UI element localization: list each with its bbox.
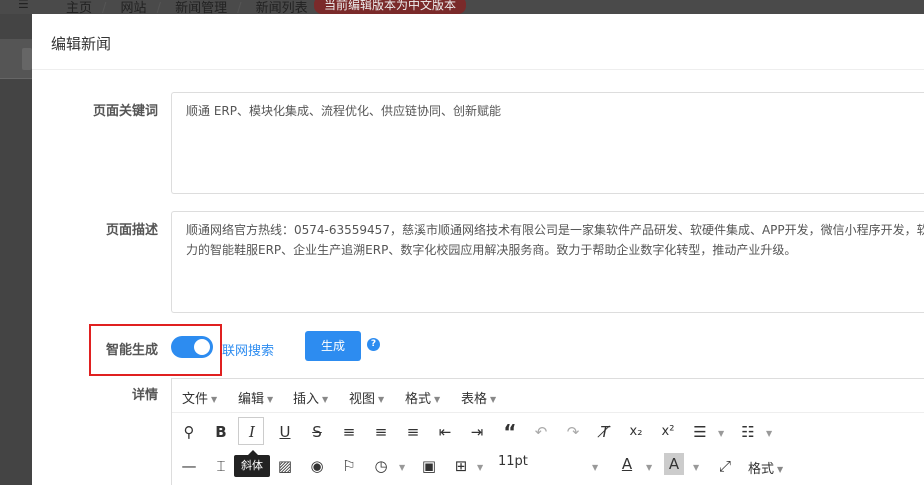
caret-icon[interactable]: ▼	[718, 429, 724, 438]
numbered-list-icon[interactable]: ☷	[738, 421, 758, 443]
sidebar-handle	[22, 48, 32, 70]
undo-icon[interactable]: ↶	[531, 421, 551, 443]
modal-header	[32, 14, 924, 70]
details-label: 详情	[131, 388, 158, 403]
find-icon[interactable]: ⚲	[179, 421, 199, 443]
caret-icon: ▼	[777, 465, 784, 474]
menu-icon: ☰	[18, 0, 29, 11]
align-center-icon[interactable]: ≡	[371, 421, 391, 443]
menu-format[interactable]: 格式 ▼	[405, 388, 440, 407]
language-badge: 当前编辑版本为中文版本	[314, 0, 467, 14]
format-label: 格式	[748, 462, 775, 477]
align-left-icon[interactable]: ≡	[339, 421, 359, 443]
format-dropdown[interactable]: 格式 ▼	[748, 458, 783, 477]
datetime-icon[interactable]: ◷	[371, 455, 391, 477]
caret-icon: ▼	[434, 395, 441, 404]
underline-icon[interactable]: U	[275, 421, 295, 443]
strikethrough-icon[interactable]: S	[307, 421, 327, 443]
text-color-icon[interactable]: A	[617, 453, 637, 475]
font-size-select[interactable]: 11pt	[498, 454, 528, 469]
caret-icon[interactable]: ▼	[477, 463, 483, 472]
help-icon[interactable]: ?	[367, 338, 380, 351]
edit-news-modal: 编辑新闻 页面关键词 顺通 ERP、模块化集成、流程优化、供应链协同、创新赋能 …	[32, 14, 924, 485]
highlight-box	[89, 324, 222, 376]
caret-icon[interactable]: ▼	[592, 463, 598, 472]
caret-icon: ▼	[211, 395, 218, 404]
description-line: 顺通网络官方热线：0574-63559457，慈溪市顺通网络技术有限公司是一家集…	[186, 223, 924, 237]
outdent-icon[interactable]: ⇤	[435, 421, 455, 443]
web-search-link[interactable]: 联网搜索	[222, 340, 274, 359]
rich-text-editor: 文件 ▼ 编辑 ▼ 插入 ▼ 视图 ▼ 格式 ▼ 表格 ▼ ⚲ B I U S ≡ ≡ ≡ …	[171, 378, 924, 485]
caret-icon[interactable]: ▼	[646, 463, 652, 472]
bookmark-icon[interactable]: ⚐	[339, 455, 359, 477]
modal-title: 编辑新闻	[51, 35, 112, 53]
bold-icon[interactable]: B	[211, 421, 231, 443]
menu-edit[interactable]: 编辑 ▼	[238, 388, 273, 407]
caret-icon: ▼	[490, 395, 497, 404]
description-line: 力的智能鞋服ERP、企业生产追溯ERP、数字化校园应用解决服务商。致力于帮助企业…	[186, 243, 797, 257]
caret-icon[interactable]: ▼	[399, 463, 405, 472]
italic-tooltip: 斜体	[234, 450, 270, 477]
menu-insert[interactable]: 插入 ▼	[293, 388, 328, 407]
menu-file[interactable]: 文件 ▼	[182, 388, 217, 407]
table-icon[interactable]: ⊞	[451, 455, 471, 477]
bullet-list-icon[interactable]: ☰	[690, 421, 710, 443]
menu-table[interactable]: 表格 ▼	[461, 388, 496, 407]
media-icon[interactable]: ▣	[419, 455, 439, 477]
blockquote-icon[interactable]: “	[500, 421, 520, 443]
keywords-textarea[interactable]: 顺通 ERP、模块化集成、流程优化、供应链协同、创新赋能	[171, 92, 924, 194]
image-icon[interactable]: ▨	[275, 455, 295, 477]
redo-icon[interactable]: ↷	[563, 421, 583, 443]
menu-label: 视图	[349, 392, 376, 407]
menu-label: 文件	[182, 392, 209, 407]
caret-icon: ▼	[378, 395, 385, 404]
background-color-icon[interactable]: A	[664, 453, 684, 475]
preview-icon[interactable]: ◉	[307, 455, 327, 477]
indent-icon[interactable]: ⇥	[467, 421, 487, 443]
description-textarea[interactable]: 顺通网络官方热线：0574-63559457，慈溪市顺通网络技术有限公司是一家集…	[171, 211, 924, 313]
menu-view[interactable]: 视图 ▼	[349, 388, 384, 407]
subscript-icon[interactable]: x₂	[626, 421, 646, 443]
clear-format-icon[interactable]: T̸	[595, 421, 615, 443]
align-right-icon[interactable]: ≡	[403, 421, 423, 443]
caret-icon: ▼	[322, 395, 329, 404]
menu-label: 插入	[293, 392, 320, 407]
caret-icon[interactable]: ▼	[693, 463, 699, 472]
keywords-label: 页面关键词	[92, 104, 158, 119]
superscript-icon[interactable]: x²	[658, 421, 678, 443]
editor-menubar: 文件 ▼ 编辑 ▼ 插入 ▼ 视图 ▼ 格式 ▼ 表格 ▼	[172, 379, 924, 413]
generate-button[interactable]: 生成	[305, 331, 361, 361]
menu-label: 表格	[461, 392, 488, 407]
background-sidebar	[0, 14, 32, 485]
menu-label: 编辑	[238, 392, 265, 407]
description-label: 页面描述	[105, 223, 158, 238]
caret-icon: ▼	[267, 395, 274, 404]
caret-icon[interactable]: ▼	[766, 429, 772, 438]
italic-icon[interactable]: I	[242, 421, 262, 443]
horizontal-rule-icon[interactable]: —	[179, 455, 199, 477]
menu-label: 格式	[405, 392, 432, 407]
fullscreen-icon[interactable]: ⤢	[715, 455, 735, 477]
page-break-icon[interactable]: ⌶	[211, 455, 231, 477]
